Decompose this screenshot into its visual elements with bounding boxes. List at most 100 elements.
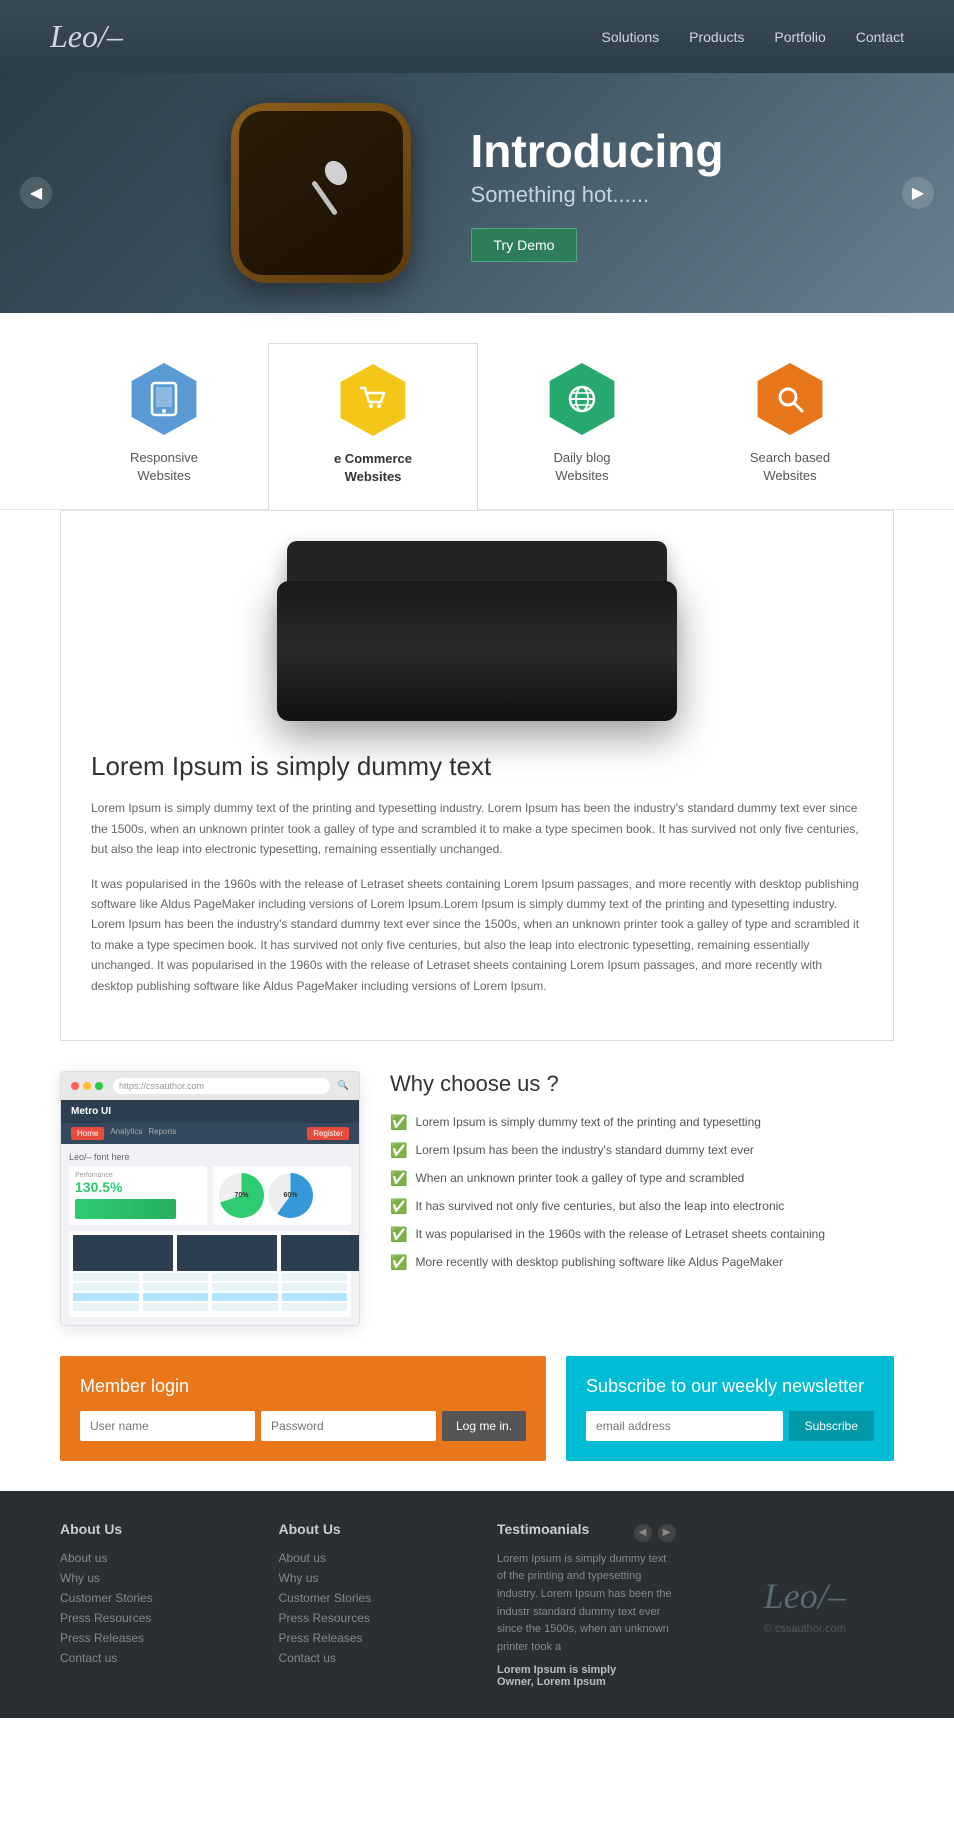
why-item-text-6: More recently with desktop publishing so… [415,1253,783,1271]
login-button[interactable]: Log me in. [442,1411,526,1441]
testimonial-author: Lorem Ipsum is simply Owner, Lorem Ipsum [497,1664,676,1688]
footer-link-about-us-2[interactable]: About us [279,1551,458,1565]
footer-link-releases-2[interactable]: Press Releases [279,1631,458,1645]
why-item-6: ✅ More recently with desktop publishing … [390,1253,894,1271]
metro-nav-item-2[interactable]: Reports [148,1127,176,1140]
footer-link-why-us-2[interactable]: Why us [279,1571,458,1585]
hero-prev-button[interactable]: ◀ [20,177,52,209]
try-demo-button[interactable]: Try Demo [471,228,578,262]
metro-subtitle: Leo/– font here [69,1152,351,1162]
testimonial-prev-button[interactable]: ◀ [634,1524,652,1542]
table-cell [282,1303,348,1311]
password-input[interactable] [261,1411,436,1441]
footer-grid: About Us About us Why us Customer Storie… [60,1521,894,1689]
cart-icon [357,384,389,416]
nav-contact[interactable]: Contact [856,29,904,45]
table-cell [143,1283,209,1291]
footer-link-why-us-1[interactable]: Why us [60,1571,239,1585]
tablet-illustration [91,541,863,721]
footer-link-press-2[interactable]: Press Resources [279,1611,458,1625]
tab-ecommerce-label: e CommerceWebsites [334,450,412,486]
ecommerce-hex-icon [337,364,409,436]
check-icon-1: ✅ [390,1114,407,1131]
table-cell [212,1303,278,1311]
metric-bar [75,1199,176,1219]
content-panel: Lorem Ipsum is simply dummy text Lorem I… [60,510,894,1041]
testimonial-nav: ◀ ▶ [634,1524,676,1542]
check-icon-6: ✅ [390,1254,407,1271]
cta-newsletter-fields: Subscribe [586,1411,874,1441]
hero-title: Introducing [471,124,724,178]
tablet-icon [148,381,180,417]
table-header-2 [177,1235,277,1271]
tablet-shape [277,541,677,721]
footer-link-press-1[interactable]: Press Resources [60,1611,239,1625]
metric-card-performance: Perfomance 130.5% [69,1166,207,1225]
footer-link-contact-2[interactable]: Contact us [279,1651,458,1665]
testimonial-next-button[interactable]: ▶ [658,1524,676,1542]
metro-nav-item-1[interactable]: Analytics [110,1127,142,1140]
tab-blog[interactable]: Daily blogWebsites [478,343,686,509]
table-cell [143,1273,209,1281]
footer-col-2-title: About Us [279,1521,458,1537]
footer-link-about-us-1[interactable]: About us [60,1551,239,1565]
footer-col-3: Testimoanials ◀ ▶ Lorem Ipsum is simply … [497,1521,676,1689]
nav: Solutions Products Portfolio Contact [602,29,904,45]
metro-header: Metro UI [61,1100,359,1123]
nav-products[interactable]: Products [689,29,744,45]
hero-product-icon [231,103,411,283]
why-item-2: ✅ Lorem Ipsum has been the industry's st… [390,1141,894,1159]
metro-body: Leo/– font here Perfomance 130.5% 70% 60… [61,1144,359,1325]
email-input[interactable] [586,1411,783,1441]
cta-section: Member login Log me in. Subscribe to our… [60,1356,894,1461]
cta-login-fields: Log me in. [80,1411,526,1441]
check-icon-2: ✅ [390,1142,407,1159]
nav-solutions[interactable]: Solutions [602,29,660,45]
metro-nav: Home Analytics Reports Register [61,1123,359,1144]
blog-hex-icon [546,363,618,435]
why-text: Why choose us ? ✅ Lorem Ipsum is simply … [390,1071,894,1281]
subscribe-button[interactable]: Subscribe [789,1411,874,1441]
footer-tagline: © cssauthor.com [764,1623,846,1635]
table-cell [73,1293,139,1301]
content-paragraph-2: It was popularised in the 1960s with the… [91,874,863,996]
metric-value: 130.5% [75,1179,201,1195]
footer-link-customers-2[interactable]: Customer Stories [279,1591,458,1605]
browser-content: Metro UI Home Analytics Reports Register… [61,1100,359,1325]
why-item-text-1: Lorem Ipsum is simply dummy text of the … [415,1113,761,1131]
footer-link-customers-1[interactable]: Customer Stories [60,1591,239,1605]
footer-link-releases-1[interactable]: Press Releases [60,1631,239,1645]
data-table-mock [69,1231,351,1317]
footer-link-contact-1[interactable]: Contact us [60,1651,239,1665]
table-cell [212,1293,278,1301]
tab-search[interactable]: Search basedWebsites [686,343,894,509]
why-item-3: ✅ When an unknown printer took a galley … [390,1169,894,1187]
username-input[interactable] [80,1411,255,1441]
footer: About Us About us Why us Customer Storie… [0,1491,954,1719]
metro-title: Metro UI [71,1106,111,1117]
hero-next-button[interactable]: ▶ [902,177,934,209]
why-section: https://cssauthor.com 🔍 Metro UI Home An… [60,1071,894,1326]
tab-search-label: Search basedWebsites [750,449,830,485]
magnifier-icon [774,383,806,415]
metro-nav-item-active[interactable]: Home [71,1127,104,1140]
footer-col-1: About Us About us Why us Customer Storie… [60,1521,239,1689]
tab-responsive[interactable]: ResponsiveWebsites [60,343,268,509]
search-hex-icon [754,363,826,435]
browser-bar: https://cssauthor.com 🔍 [61,1072,359,1100]
table-header-1 [73,1235,173,1271]
testimonial-text: Lorem Ipsum is simply dummy text of the … [497,1551,676,1657]
table-cell [73,1273,139,1281]
hero-section: ◀ Introducing Something hot...... Try De… [0,73,954,313]
cta-newsletter: Subscribe to our weekly newsletter Subsc… [566,1356,894,1461]
why-item-5: ✅ It was popularised in the 1960s with t… [390,1225,894,1243]
table-cell [282,1293,348,1301]
table-cell [73,1303,139,1311]
content-title: Lorem Ipsum is simply dummy text [91,751,863,782]
nav-portfolio[interactable]: Portfolio [774,29,825,45]
metro-nav-item-3[interactable]: Register [307,1127,349,1140]
check-icon-4: ✅ [390,1198,407,1215]
tab-ecommerce[interactable]: e CommerceWebsites [268,343,478,510]
donut-1: 70% [219,1173,264,1218]
browser-mockup: https://cssauthor.com 🔍 Metro UI Home An… [60,1071,360,1326]
